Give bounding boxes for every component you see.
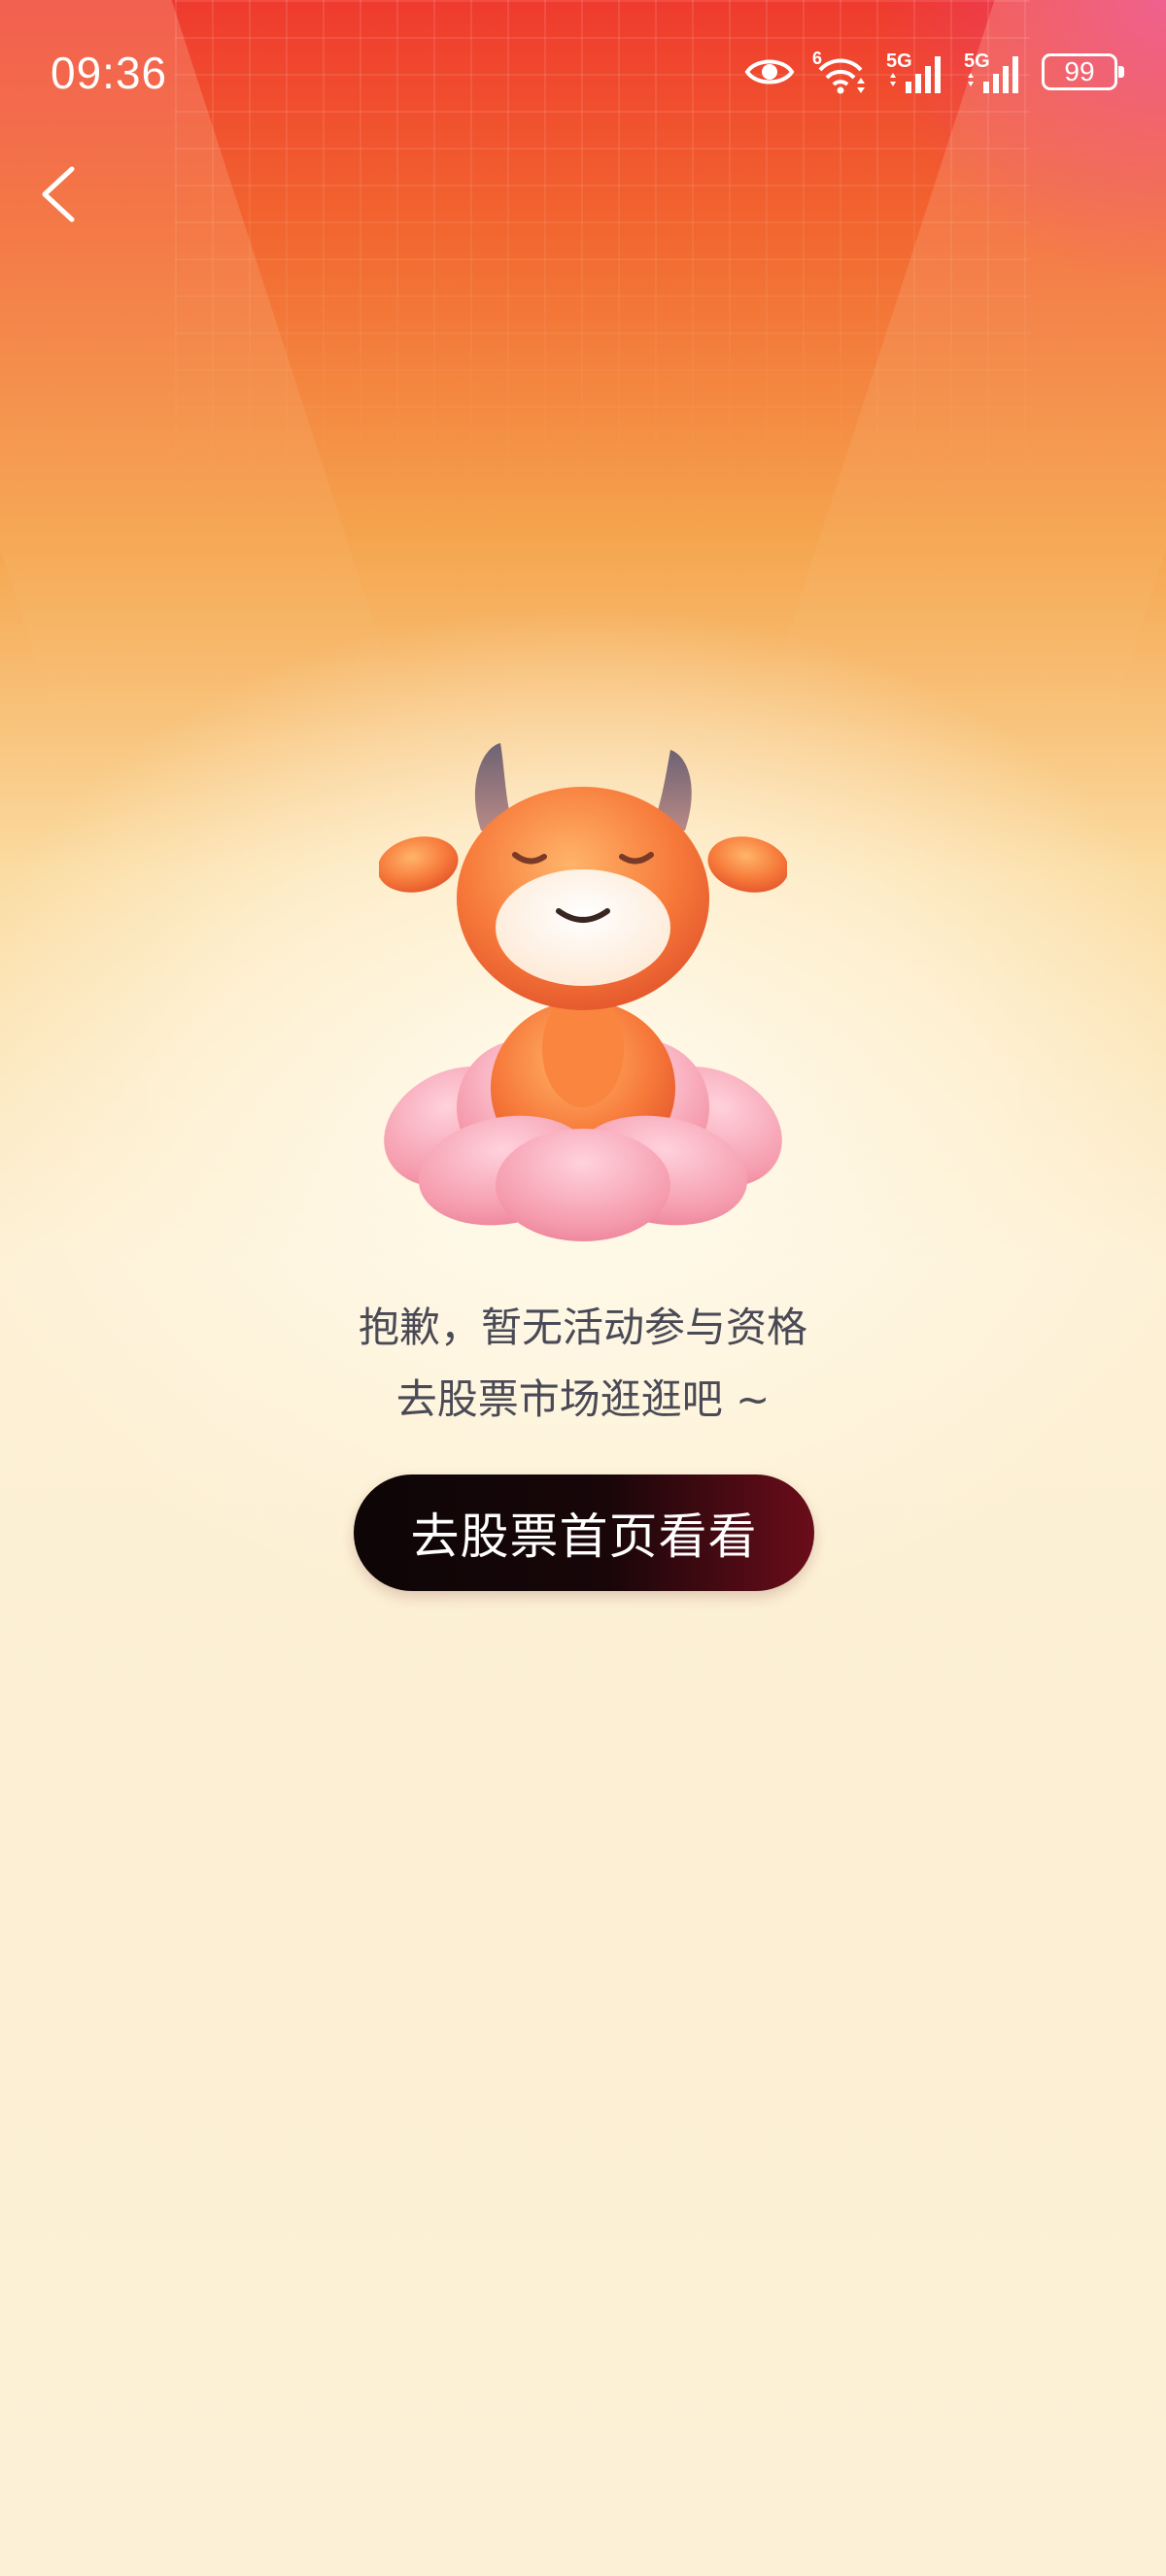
lotus-petal	[496, 1129, 670, 1241]
empty-state-line1: 抱歉，暂无活动参与资格	[358, 1304, 807, 1351]
status-icons: 6 5G 5G 99	[744, 47, 1124, 97]
status-time: 09:36	[51, 48, 168, 98]
mascot-illustration	[379, 743, 787, 1241]
empty-state-line2: 去股票市场逛逛吧 ~	[395, 1375, 771, 1423]
signal-icon: 5G	[964, 49, 1024, 95]
status-bar: 09:36 6 5G 5G 99	[0, 0, 1166, 146]
back-button[interactable]	[29, 155, 91, 233]
mascot-ear	[379, 836, 459, 893]
go-to-stock-home-button[interactable]: 去股票首页看看	[354, 1474, 814, 1591]
mascot-muzzle	[496, 869, 670, 986]
empty-state-message: 抱歉，暂无活动参与资格 去股票市场逛逛吧 ~	[0, 1292, 1166, 1436]
wifi-icon: 6	[812, 49, 869, 95]
mascot-ear	[707, 836, 787, 893]
chevron-left-icon	[42, 166, 75, 222]
battery-level: 99	[1064, 56, 1095, 86]
eye-icon	[744, 59, 795, 85]
battery-icon: 99	[1042, 53, 1124, 90]
signal-icon: 5G	[886, 49, 946, 95]
